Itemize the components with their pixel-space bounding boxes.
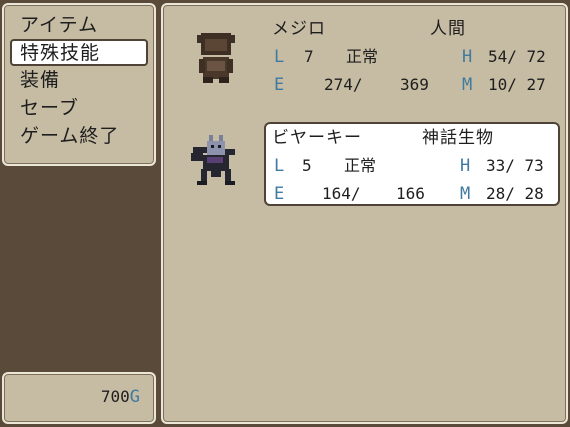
gold-unit: G: [129, 387, 140, 407]
exp-label: E: [274, 75, 285, 95]
exp-next-value: 166: [396, 184, 425, 203]
exp-next-value: 369: [400, 75, 429, 94]
command-list: アイテム 特殊技能 装備 セーブ ゲーム終了: [4, 5, 154, 150]
level-value: 5: [302, 156, 312, 175]
menu-item-equipment[interactable]: 装備: [10, 66, 148, 94]
mp-label: M: [462, 75, 473, 95]
exp-value: 274/: [324, 75, 363, 94]
level-label: L: [274, 47, 285, 67]
status-value: 正常: [344, 156, 377, 175]
member-race: 神話生物: [422, 128, 494, 148]
menu-item-special-skills[interactable]: 特殊技能: [10, 39, 148, 66]
gold-readout: 700G: [101, 387, 140, 407]
hp-value: 54/ 72: [488, 47, 546, 66]
mejiro-stats: メジロ 人間 L 7 正常 H 54/ 72 E 274/ 369 M 10/ …: [266, 15, 558, 99]
byakhee-portrait-icon: [191, 133, 241, 189]
hp-label: H: [462, 47, 473, 67]
hp-value: 33/ 73: [486, 156, 544, 175]
menu-item-items[interactable]: アイテム: [10, 11, 148, 39]
mp-value: 28/ 28: [486, 184, 544, 203]
menu-item-quit-game[interactable]: ゲーム終了: [10, 122, 148, 150]
mp-label: M: [460, 184, 471, 204]
gold-display: 700G: [2, 372, 156, 424]
party-status-panel: メジロ 人間 L 7 正常 H 54/ 72 E 274/ 369 M 10/ …: [161, 3, 568, 424]
gold-amount: 700: [100, 387, 130, 406]
command-menu: アイテム 特殊技能 装備 セーブ ゲーム終了: [2, 3, 156, 166]
byakhee-stats: ビヤーキー 神話生物 L 5 正常 H 33/ 73 E 164/ 166 M …: [264, 122, 560, 206]
member-race: 人間: [430, 19, 466, 39]
exp-label: E: [274, 184, 285, 204]
mejiro-portrait-icon: [191, 29, 241, 85]
exp-value: 164/: [322, 184, 361, 203]
menu-item-save[interactable]: セーブ: [10, 94, 148, 122]
hp-label: H: [460, 156, 471, 176]
status-value: 正常: [346, 47, 379, 66]
party-member-mejiro[interactable]: メジロ 人間 L 7 正常 H 54/ 72 E 274/ 369 M 10/ …: [163, 15, 568, 103]
level-label: L: [274, 156, 285, 176]
member-name: ビヤーキー: [272, 128, 362, 148]
level-value: 7: [304, 47, 314, 66]
member-name: メジロ: [272, 19, 326, 39]
party-member-byakhee[interactable]: ビヤーキー 神話生物 L 5 正常 H 33/ 73 E 164/ 166 M …: [163, 119, 568, 207]
mp-value: 10/ 27: [488, 75, 546, 94]
